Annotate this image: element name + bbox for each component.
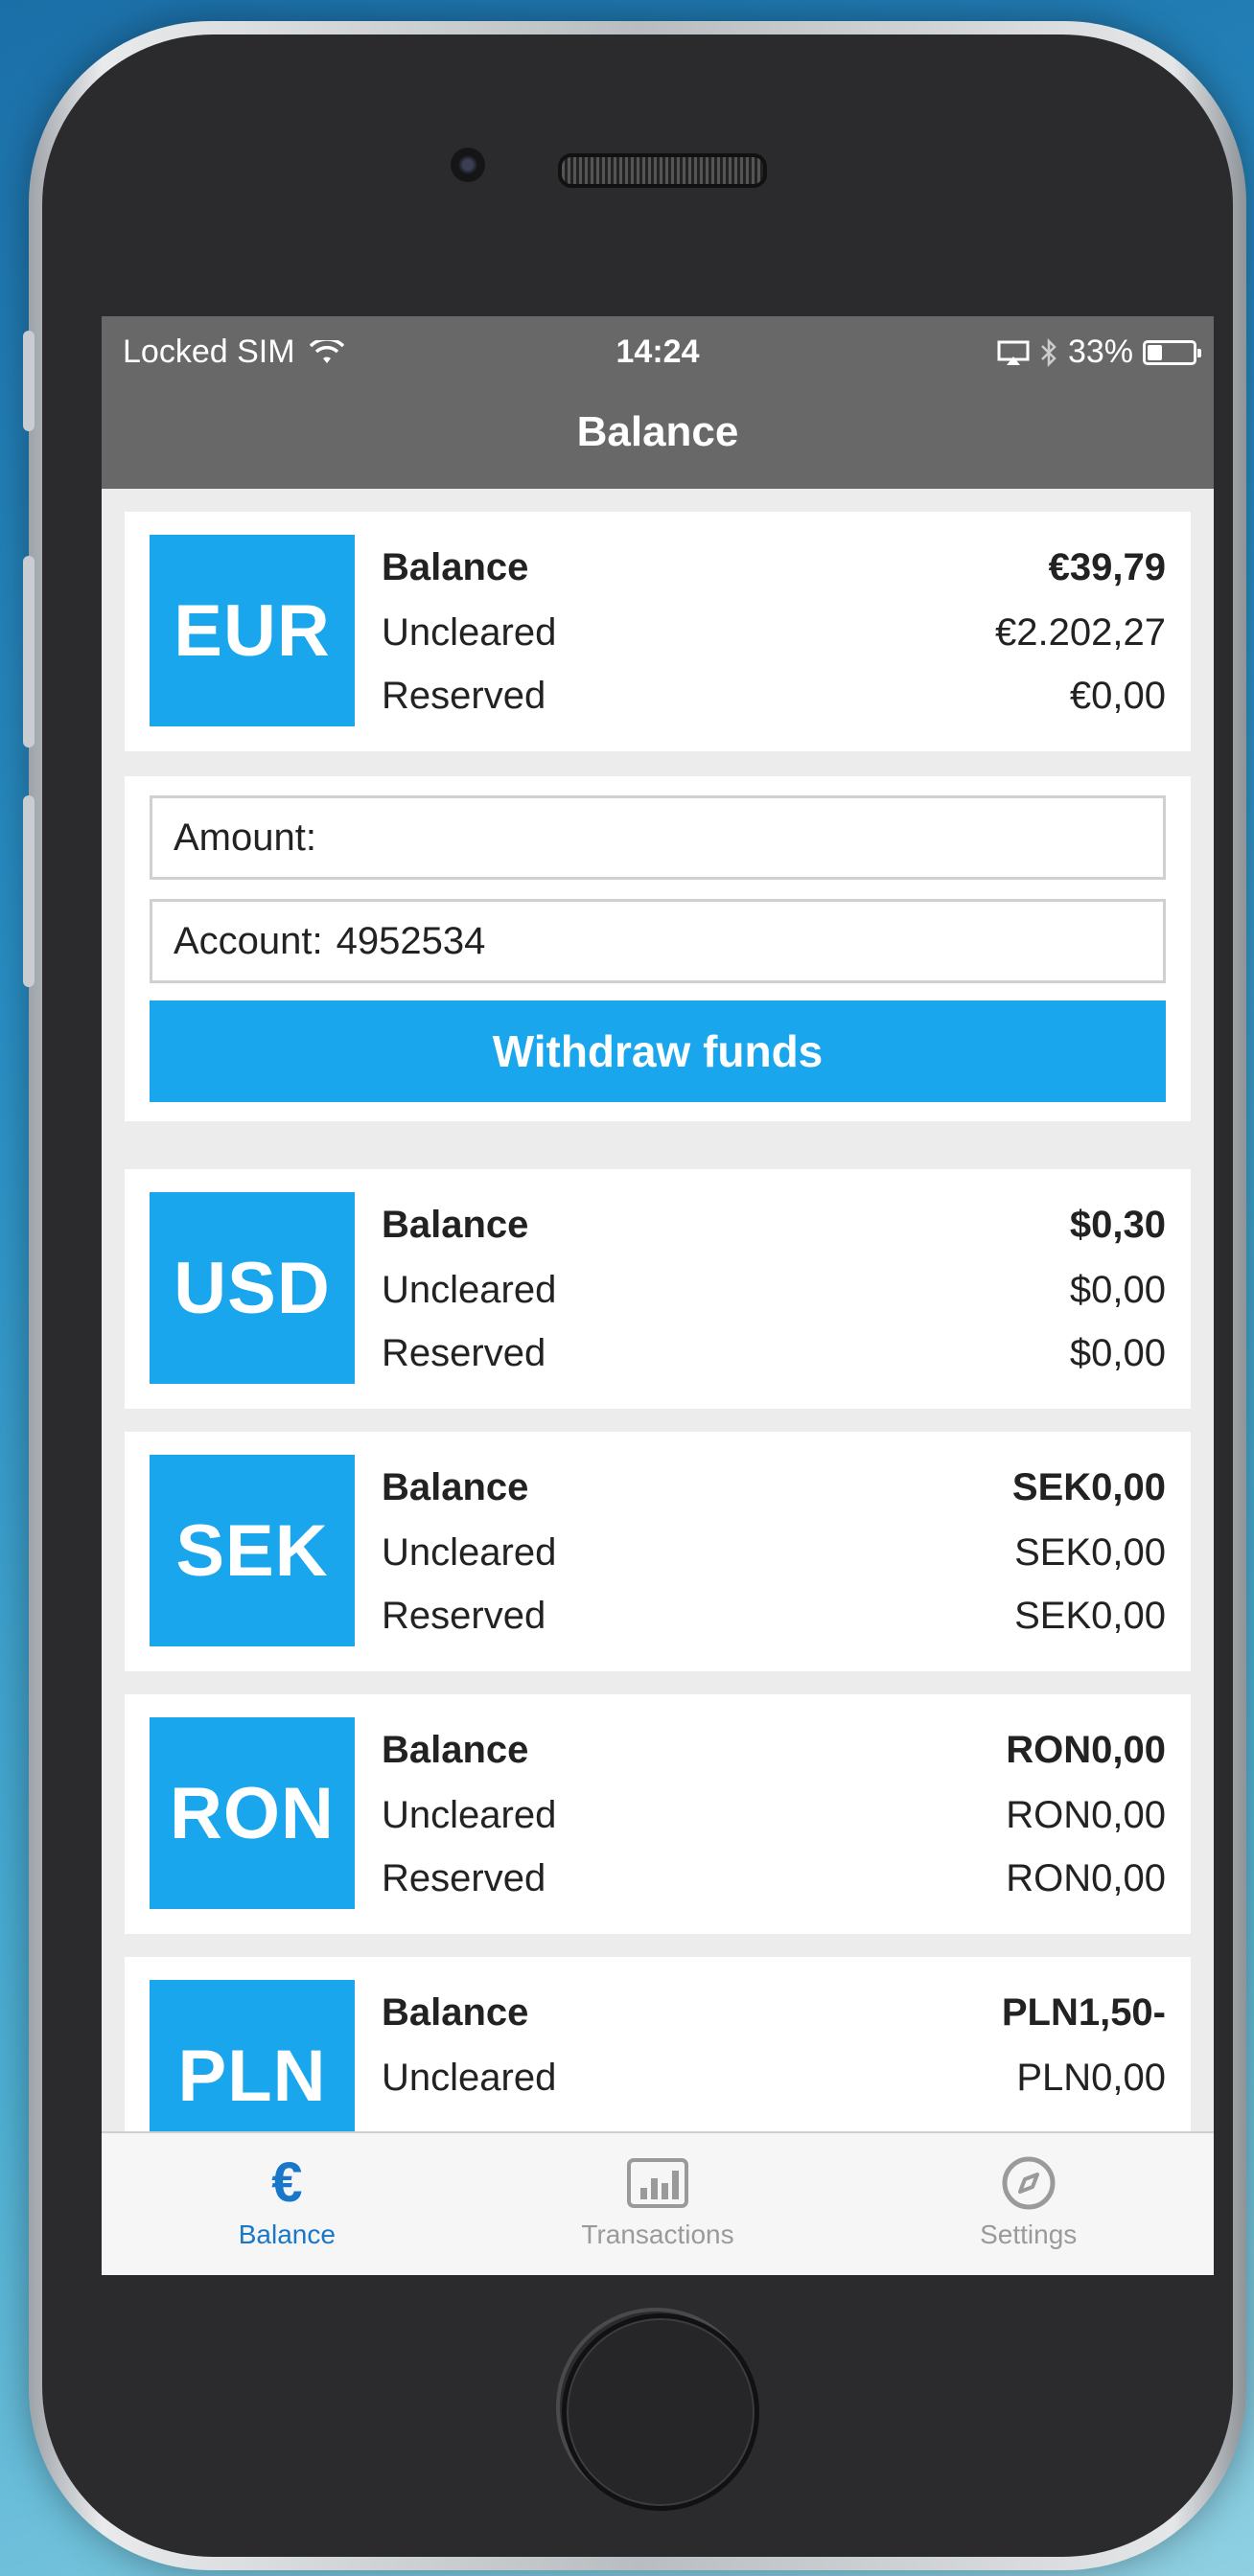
amount-label: Amount: bbox=[174, 816, 316, 859]
account-card-eur: EUR Balance €39,79 Uncleared €2.202,27 R… bbox=[125, 512, 1191, 751]
account-card-sek: SEK Balance SEK0,00 Uncleared SEK0,00 Re… bbox=[125, 1432, 1191, 1671]
currency-badge: PLN bbox=[150, 1980, 355, 2133]
balance-value: $0,30 bbox=[1069, 1203, 1166, 1246]
amount-input[interactable] bbox=[327, 815, 1163, 861]
nav-bar: Balance bbox=[102, 385, 1214, 489]
tab-bar: € Balance Transactions Settings bbox=[102, 2131, 1214, 2275]
status-right: 33% bbox=[997, 334, 1201, 371]
account-card-ron: RON Balance RON0,00 Uncleared RON0,00 Re… bbox=[125, 1694, 1191, 1934]
airplay-icon bbox=[997, 340, 1030, 365]
reserved-value: €0,00 bbox=[1069, 674, 1166, 717]
balance-label: Balance bbox=[382, 1203, 529, 1246]
home-button[interactable] bbox=[562, 2313, 759, 2511]
reserved-row: Reserved €0,00 bbox=[382, 667, 1166, 724]
reserved-value: SEK0,00 bbox=[1014, 1594, 1166, 1637]
uncleared-label: Uncleared bbox=[382, 1268, 557, 1311]
account-label: Account: bbox=[174, 919, 323, 962]
reserved-value: RON0,00 bbox=[1006, 1856, 1166, 1899]
reserved-row: Reserved $0,00 bbox=[382, 1324, 1166, 1382]
tab-label: Balance bbox=[238, 2220, 336, 2249]
compass-icon bbox=[1001, 2152, 1057, 2214]
balance-value: €39,79 bbox=[1048, 545, 1166, 588]
balance-value: RON0,00 bbox=[1006, 1728, 1166, 1771]
mute-switch bbox=[23, 331, 35, 431]
reserved-value: $0,00 bbox=[1069, 1331, 1166, 1374]
balance-row: Balance €39,79 bbox=[382, 539, 1166, 596]
uncleared-value: RON0,00 bbox=[1006, 1793, 1166, 1836]
uncleared-label: Uncleared bbox=[382, 1793, 557, 1836]
reserved-row: Reserved RON0,00 bbox=[382, 1850, 1166, 1907]
uncleared-value: SEK0,00 bbox=[1014, 1530, 1166, 1574]
battery-percent: 33% bbox=[1067, 334, 1133, 370]
uncleared-value: €2.202,27 bbox=[995, 610, 1166, 654]
account-field[interactable]: Account: bbox=[150, 899, 1166, 983]
balance-value: SEK0,00 bbox=[1011, 1465, 1166, 1508]
tab-settings[interactable]: Settings bbox=[843, 2133, 1214, 2275]
amount-field[interactable]: Amount: bbox=[150, 795, 1166, 880]
volume-up-button bbox=[23, 556, 35, 748]
page-title: Balance bbox=[576, 408, 739, 455]
tab-transactions[interactable]: Transactions bbox=[473, 2133, 844, 2275]
withdraw-form: Amount: Account: Withdraw funds bbox=[125, 776, 1191, 1121]
balance-value: PLN1,50- bbox=[1001, 1990, 1166, 2034]
balance-row: Balance $0,30 bbox=[382, 1196, 1166, 1254]
balance-list[interactable]: EUR Balance €39,79 Uncleared €2.202,27 R… bbox=[102, 489, 1214, 2133]
uncleared-value: PLN0,00 bbox=[1016, 2056, 1166, 2099]
reserved-label: Reserved bbox=[382, 1856, 546, 1899]
reserved-label: Reserved bbox=[382, 1594, 546, 1637]
withdraw-funds-button[interactable]: Withdraw funds bbox=[150, 1000, 1166, 1102]
reserved-row: Reserved SEK0,00 bbox=[382, 1587, 1166, 1644]
reserved-label: Reserved bbox=[382, 1331, 546, 1374]
tab-label: Transactions bbox=[581, 2220, 734, 2249]
balance-row: Balance PLN1,50- bbox=[382, 1984, 1166, 2041]
front-camera bbox=[451, 148, 485, 182]
balance-row: Balance RON0,00 bbox=[382, 1721, 1166, 1779]
account-input[interactable] bbox=[334, 918, 1163, 964]
euro-icon: € bbox=[271, 2151, 303, 2214]
battery-icon bbox=[1143, 339, 1201, 365]
status-bar: Locked SIM 14:24 33% bbox=[102, 316, 1214, 385]
currency-badge: EUR bbox=[150, 535, 355, 726]
balance-label: Balance bbox=[382, 1465, 529, 1508]
account-card-usd: USD Balance $0,30 Uncleared $0,00 Reserv… bbox=[125, 1169, 1191, 1409]
balance-label: Balance bbox=[382, 545, 529, 588]
balance-label: Balance bbox=[382, 1990, 529, 2034]
uncleared-label: Uncleared bbox=[382, 1530, 557, 1574]
currency-badge: USD bbox=[150, 1192, 355, 1384]
volume-down-button bbox=[23, 795, 35, 987]
tab-label: Settings bbox=[980, 2220, 1078, 2249]
uncleared-label: Uncleared bbox=[382, 610, 557, 654]
app-screen: Locked SIM 14:24 33% Balance EUR Balance… bbox=[102, 316, 1214, 2275]
uncleared-row: Uncleared SEK0,00 bbox=[382, 1524, 1166, 1581]
balance-row: Balance SEK0,00 bbox=[382, 1459, 1166, 1516]
battery-fill bbox=[1148, 344, 1163, 360]
earpiece-speaker bbox=[558, 153, 767, 188]
uncleared-row: Uncleared $0,00 bbox=[382, 1261, 1166, 1319]
currency-badge: SEK bbox=[150, 1455, 355, 1646]
bluetooth-icon bbox=[1041, 337, 1057, 367]
uncleared-label: Uncleared bbox=[382, 2056, 557, 2099]
uncleared-row: Uncleared €2.202,27 bbox=[382, 604, 1166, 661]
bar-chart-icon bbox=[626, 2152, 689, 2214]
account-card-pln: PLN Balance PLN1,50- Uncleared PLN0,00 bbox=[125, 1957, 1191, 2133]
uncleared-row: Uncleared PLN0,00 bbox=[382, 2049, 1166, 2106]
reserved-label: Reserved bbox=[382, 674, 546, 717]
uncleared-value: $0,00 bbox=[1069, 1268, 1166, 1311]
tab-balance[interactable]: € Balance bbox=[102, 2133, 473, 2275]
currency-badge: RON bbox=[150, 1717, 355, 1909]
balance-label: Balance bbox=[382, 1728, 529, 1771]
uncleared-row: Uncleared RON0,00 bbox=[382, 1786, 1166, 1844]
